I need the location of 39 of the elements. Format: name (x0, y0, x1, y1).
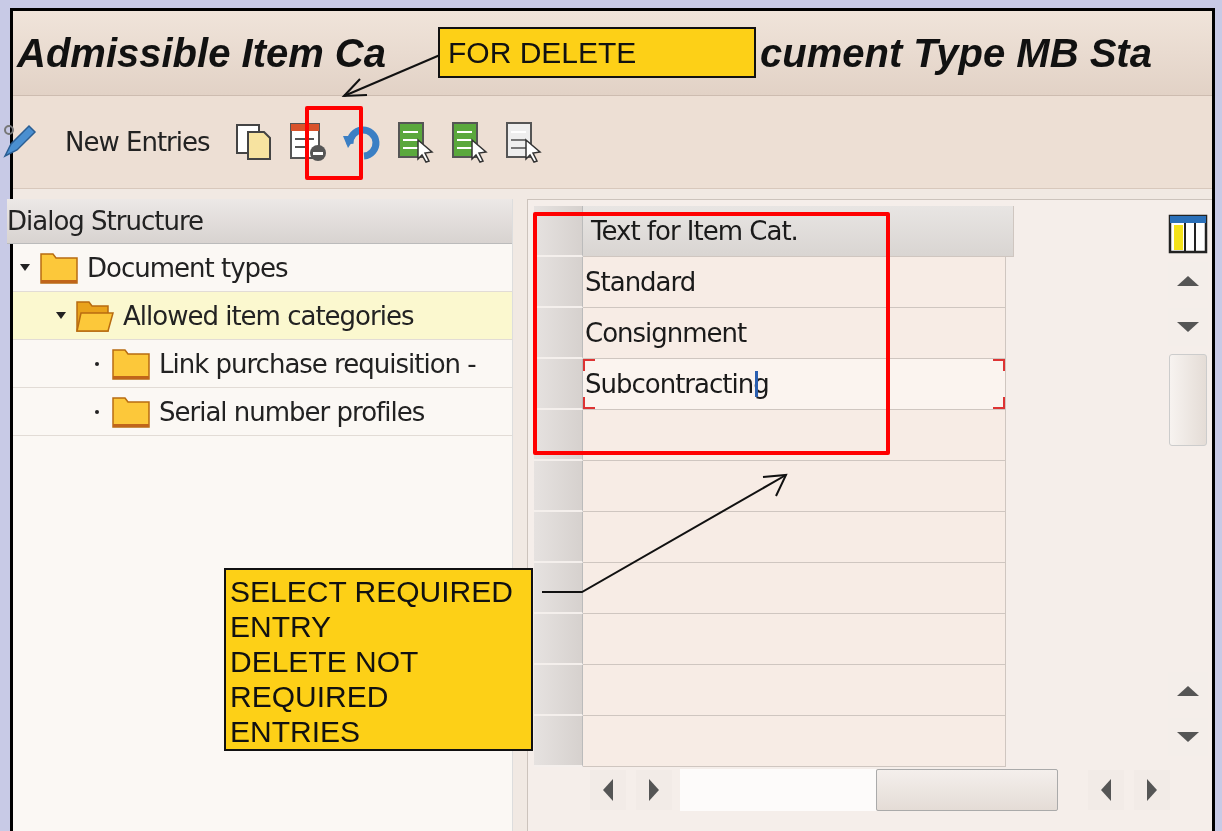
column-header[interactable]: Text for Item Cat. (583, 206, 1014, 257)
table-cell[interactable]: Consignment (583, 308, 1006, 359)
table-cell[interactable] (583, 665, 1006, 716)
table-cell[interactable] (583, 461, 1006, 512)
tree-item[interactable]: Allowed item categories (13, 292, 512, 340)
tree-item-label: Serial number profiles (159, 396, 425, 427)
triangle-right-icon (648, 778, 660, 802)
table-cell[interactable]: Standard (583, 257, 1006, 308)
row-selector[interactable] (534, 563, 583, 614)
expand-triangle-icon[interactable] (19, 262, 31, 273)
triangle-left-icon (1100, 778, 1112, 802)
window-title: cument Type MB Sta (760, 30, 1152, 76)
tree-item-label: Allowed item categories (123, 300, 414, 331)
triangle-left-icon (602, 778, 614, 802)
panel-header: Dialog Structure (7, 199, 512, 244)
select-block-icon[interactable] (503, 120, 544, 164)
triangle-up-icon (1176, 685, 1200, 697)
tree-item-label: Document types (87, 252, 288, 283)
new-entries-button[interactable]: New Entries (51, 127, 220, 157)
table-cell[interactable] (583, 614, 1006, 665)
table-cell[interactable] (583, 563, 1006, 614)
column-settings-icon[interactable] (1168, 214, 1208, 254)
tree-item-label: Link purchase requisition - (159, 348, 476, 379)
triangle-down-icon (1176, 731, 1200, 743)
callout-note: SELECT REQUIRED ENTRY DELETE NOT REQUIRED ENTRIES (224, 568, 533, 751)
scroll-thumb[interactable] (876, 769, 1058, 811)
table-cell[interactable] (583, 410, 1006, 461)
triangle-down-icon (1176, 321, 1200, 333)
triangle-right-icon (1146, 778, 1158, 802)
triangle-up-icon (1176, 275, 1200, 287)
select-block-icon[interactable] (395, 120, 436, 164)
window-title: Admissible Item Ca (15, 30, 387, 76)
table-cell[interactable] (583, 716, 1006, 767)
scroll-thumb[interactable] (1169, 354, 1207, 446)
expand-triangle-icon[interactable] (55, 310, 67, 321)
copy-icon[interactable] (233, 122, 274, 162)
table-cell[interactable] (583, 512, 1006, 563)
select-block-icon[interactable] (449, 120, 490, 164)
callout-note: FOR DELETE (438, 27, 756, 78)
